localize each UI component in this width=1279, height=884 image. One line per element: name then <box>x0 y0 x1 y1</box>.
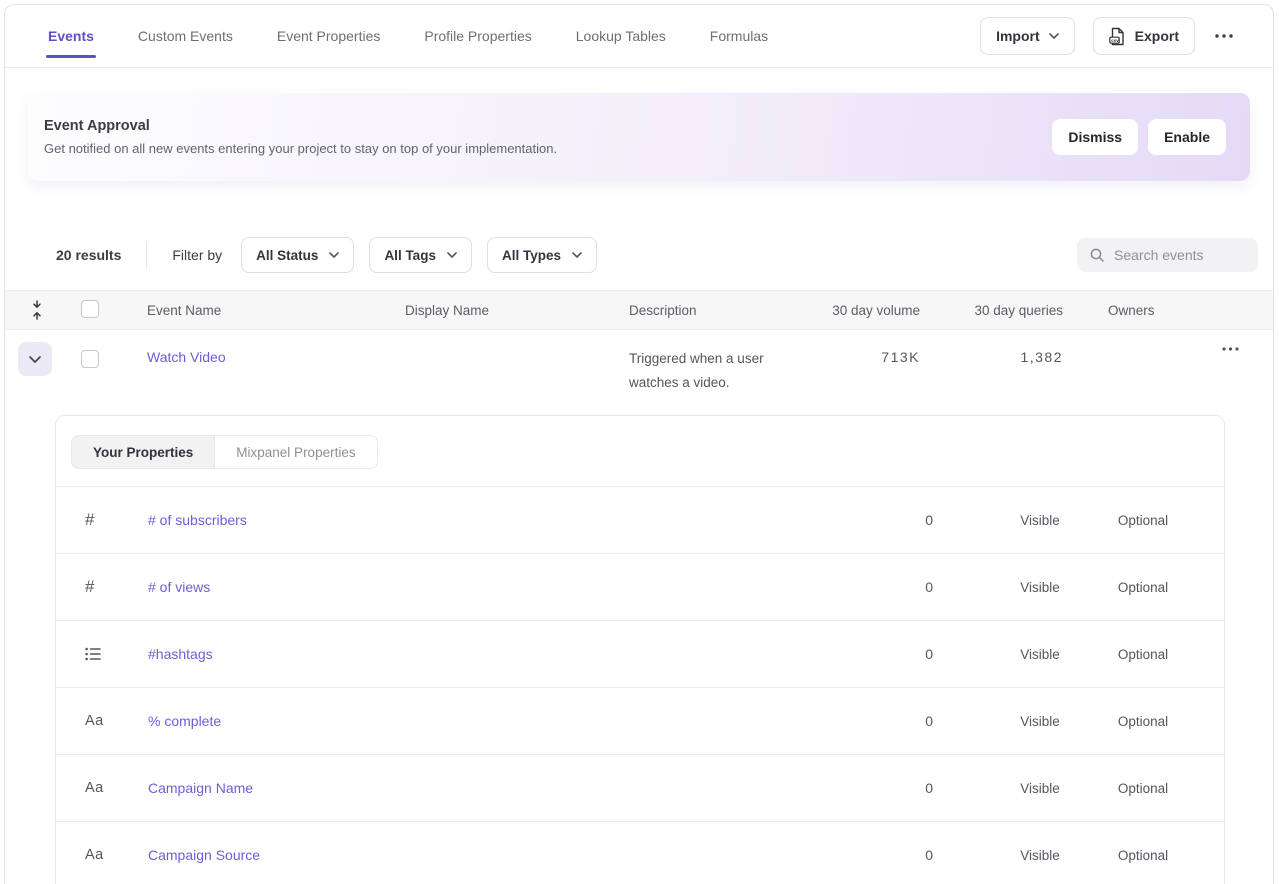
ellipsis-icon <box>1215 34 1233 38</box>
property-row: Aa Campaign Source 0 Visible Optional <box>56 822 1224 884</box>
export-button[interactable]: csv Export <box>1093 17 1195 55</box>
chevron-down-icon <box>329 252 339 258</box>
property-name-link[interactable]: #hashtags <box>148 646 834 662</box>
search-icon <box>1089 247 1105 263</box>
row-checkbox[interactable] <box>81 350 99 368</box>
top-nav: Events Custom Events Event Properties Pr… <box>5 5 1273 68</box>
collapse-row-button[interactable] <box>18 342 52 376</box>
property-visibility: Visible <box>1020 714 1060 729</box>
divider <box>146 242 147 268</box>
property-name-link[interactable]: # of views <box>148 579 834 595</box>
results-count: 20 results <box>56 247 121 263</box>
property-requirement: Optional <box>1118 781 1168 796</box>
banner-title: Event Approval <box>44 118 557 134</box>
property-requirement: Optional <box>1118 513 1168 528</box>
search-box <box>1077 238 1258 272</box>
number-type-icon: # <box>56 577 148 597</box>
property-requirement: Optional <box>1118 580 1168 595</box>
event-name-link[interactable]: Watch Video <box>147 330 405 365</box>
status-filter-dropdown[interactable]: All Status <box>241 237 354 273</box>
property-row: Aa % complete 0 Visible Optional <box>56 688 1224 755</box>
tab-your-properties[interactable]: Your Properties <box>72 436 215 468</box>
collapse-all-icon[interactable] <box>30 300 44 320</box>
more-menu-button[interactable] <box>1213 17 1235 55</box>
property-visibility: Visible <box>1020 781 1060 796</box>
property-value: 0 <box>925 847 934 863</box>
column-owners: Owners <box>1063 303 1205 318</box>
property-requirement: Optional <box>1118 848 1168 863</box>
property-row: #hashtags 0 Visible Optional <box>56 621 1224 688</box>
banner-actions: Dismiss Enable <box>1052 119 1226 155</box>
properties-panel: Your Properties Mixpanel Properties # # … <box>55 415 1225 884</box>
property-requirement: Optional <box>1118 647 1168 662</box>
filter-bar: 20 results Filter by All Status All Tags… <box>5 237 1273 273</box>
column-30-day-volume: 30 day volume <box>832 303 920 318</box>
chevron-down-icon <box>447 252 457 258</box>
property-row: # # of subscribers 0 Visible Optional <box>56 487 1224 554</box>
property-visibility: Visible <box>1020 580 1060 595</box>
text-type-icon: Aa <box>56 713 148 729</box>
text-type-icon: Aa <box>56 780 148 796</box>
number-type-icon: # <box>56 510 148 530</box>
property-value: 0 <box>925 780 934 796</box>
svg-text:csv: csv <box>1111 37 1119 42</box>
property-value: 0 <box>925 579 934 595</box>
nav-actions: Import csv Export <box>980 17 1273 55</box>
property-name-link[interactable]: Campaign Source <box>148 847 834 863</box>
property-value: 0 <box>925 713 934 729</box>
column-30-day-queries: 30 day queries <box>974 303 1063 318</box>
types-filter-dropdown[interactable]: All Types <box>487 237 597 273</box>
csv-file-icon: csv <box>1109 27 1126 46</box>
property-visibility: Visible <box>1020 647 1060 662</box>
select-all-checkbox[interactable] <box>81 300 99 318</box>
queries-cell: 1,382 <box>1020 330 1063 365</box>
properties-tabs: Your Properties Mixpanel Properties <box>56 416 1224 487</box>
tab-profile-properties[interactable]: Profile Properties <box>424 5 531 67</box>
property-visibility: Visible <box>1020 848 1060 863</box>
column-display-name: Display Name <box>405 303 629 318</box>
lexicon-events-page: Events Custom Events Event Properties Pr… <box>4 4 1274 884</box>
tab-formulas[interactable]: Formulas <box>710 5 768 67</box>
list-type-icon <box>56 647 148 661</box>
text-type-icon: Aa <box>56 847 148 863</box>
chevron-down-icon <box>572 252 582 258</box>
banner-text: Event Approval Get notified on all new e… <box>44 118 557 156</box>
property-row: # # of views 0 Visible Optional <box>56 554 1224 621</box>
property-value: 0 <box>925 646 934 662</box>
active-tab-underline <box>46 55 96 58</box>
tags-filter-dropdown[interactable]: All Tags <box>369 237 472 273</box>
tab-lookup-tables[interactable]: Lookup Tables <box>576 5 666 67</box>
property-visibility: Visible <box>1020 513 1060 528</box>
search-input[interactable] <box>1114 247 1246 263</box>
column-event-name: Event Name <box>147 303 405 318</box>
properties-tab-group: Your Properties Mixpanel Properties <box>71 435 378 469</box>
import-button[interactable]: Import <box>980 17 1075 55</box>
tab-events[interactable]: Events <box>48 5 94 67</box>
events-table-header: Event Name Display Name Description 30 d… <box>5 290 1273 330</box>
property-requirement: Optional <box>1118 714 1168 729</box>
nav-tabs: Events Custom Events Event Properties Pr… <box>48 5 768 67</box>
filter-by-label: Filter by <box>172 247 222 263</box>
event-approval-banner: Event Approval Get notified on all new e… <box>28 93 1250 181</box>
tab-event-properties[interactable]: Event Properties <box>277 5 381 67</box>
tab-mixpanel-properties[interactable]: Mixpanel Properties <box>215 436 376 468</box>
volume-cell: 713K <box>881 330 920 365</box>
property-name-link[interactable]: Campaign Name <box>148 780 834 796</box>
row-actions-button[interactable] <box>1222 347 1239 351</box>
description-cell: Triggered when a user watches a video. <box>629 330 789 395</box>
dismiss-button[interactable]: Dismiss <box>1052 119 1138 155</box>
column-description: Description <box>629 303 825 318</box>
ellipsis-icon <box>1222 347 1239 351</box>
property-name-link[interactable]: # of subscribers <box>148 512 834 528</box>
property-name-link[interactable]: % complete <box>148 713 834 729</box>
property-row: Aa Campaign Name 0 Visible Optional <box>56 755 1224 822</box>
property-value: 0 <box>925 512 934 528</box>
event-row-watch-video: Watch Video Triggered when a user watche… <box>5 330 1273 401</box>
banner-subtitle: Get notified on all new events entering … <box>44 141 557 156</box>
chevron-down-icon <box>1049 33 1059 39</box>
chevron-down-icon <box>29 356 41 363</box>
enable-button[interactable]: Enable <box>1148 119 1226 155</box>
tab-custom-events[interactable]: Custom Events <box>138 5 233 67</box>
